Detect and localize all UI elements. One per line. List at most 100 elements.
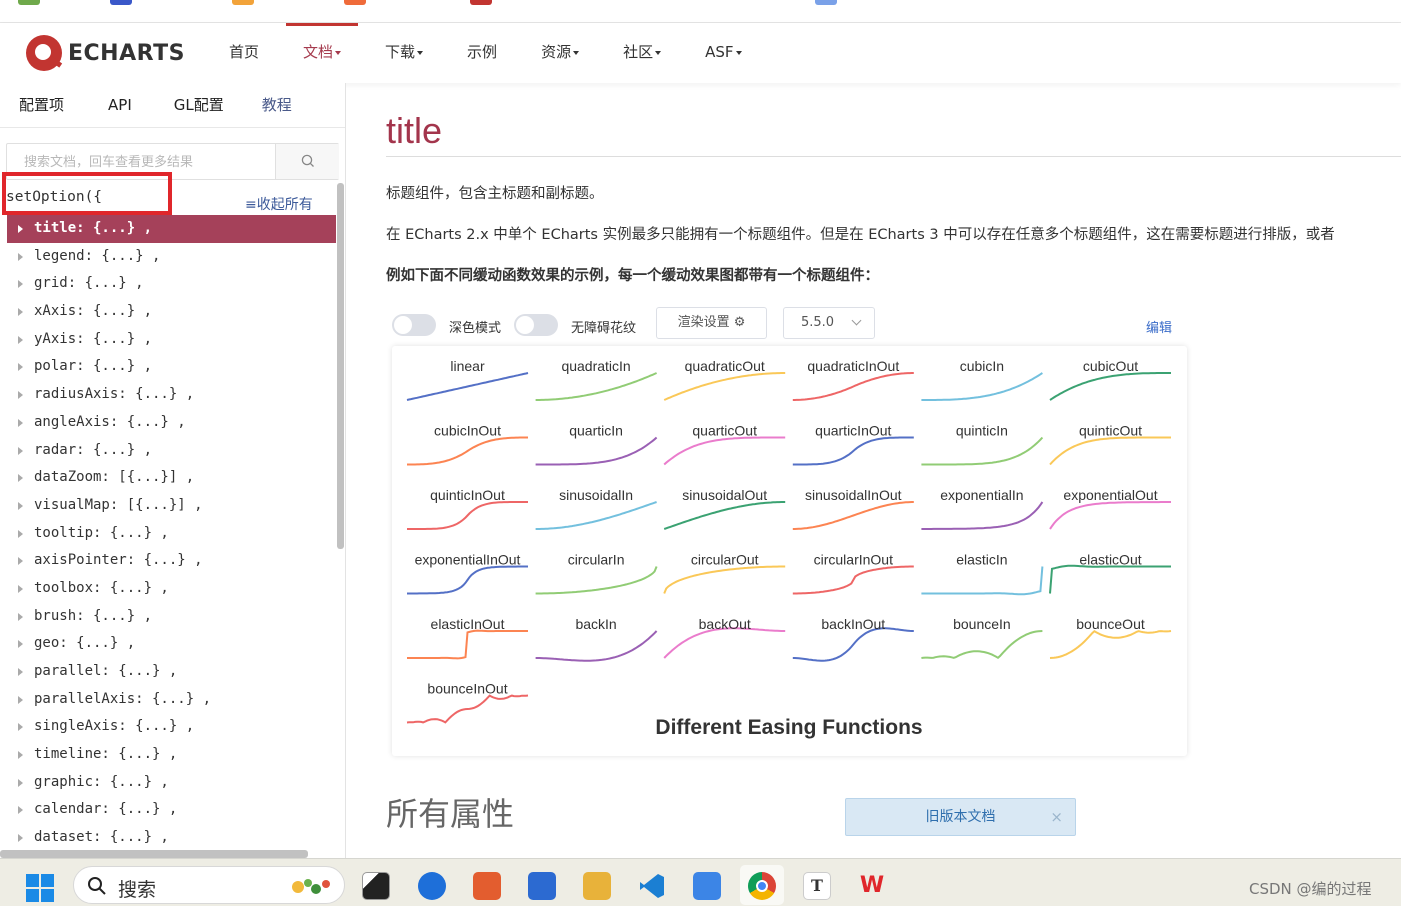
tree-item[interactable]: angleAxis: {...} , <box>7 409 336 437</box>
expand-arrow-icon[interactable] <box>18 474 23 483</box>
windows-start-icon[interactable] <box>26 874 54 902</box>
expand-arrow-icon[interactable] <box>18 584 23 593</box>
easing-series-line <box>535 630 658 662</box>
tree-item[interactable]: visualMap: [{...}] , <box>7 492 336 520</box>
nav-item[interactable]: 下载 <box>368 23 440 83</box>
tree-item[interactable]: legend: {...} , <box>7 243 336 271</box>
nav-item[interactable]: 示例 <box>450 23 514 83</box>
nav-item[interactable]: 资源 <box>524 23 596 83</box>
expand-arrow-icon[interactable] <box>18 778 23 787</box>
expand-arrow-icon[interactable] <box>18 557 23 566</box>
tree-item[interactable]: dataset: {...} , <box>7 824 336 852</box>
tree-item[interactable]: xAxis: {...} , <box>7 298 336 326</box>
expand-arrow-icon[interactable] <box>18 252 23 261</box>
echarts-logo-icon <box>26 35 62 71</box>
expand-arrow-icon[interactable] <box>18 834 23 843</box>
tree-item[interactable]: axisPointer: {...} , <box>7 547 336 575</box>
tree-item[interactable]: timeline: {...} , <box>7 741 336 769</box>
search-icon <box>301 154 314 167</box>
easing-series-line <box>1049 436 1171 466</box>
tree-item[interactable]: radar: {...} , <box>7 437 336 465</box>
nav-item[interactable]: 文档 <box>286 23 359 83</box>
browser-tab-favicon[interactable] <box>815 0 837 5</box>
expand-arrow-icon[interactable] <box>18 446 23 455</box>
tree-item[interactable]: graphic: {...} , <box>7 769 336 797</box>
tab-option[interactable]: 配置项 <box>19 83 64 128</box>
wps-icon[interactable]: W <box>858 872 886 900</box>
expand-arrow-icon[interactable] <box>18 363 23 372</box>
sidebar-horizontal-scrollbar[interactable] <box>0 850 308 858</box>
browser-tab-favicon[interactable] <box>344 0 366 5</box>
tree-item-label: angleAxis: {...} , <box>34 413 186 430</box>
easing-series-title: quinticInOut <box>430 487 505 503</box>
tree-item[interactable]: polar: {...} , <box>7 353 336 381</box>
expand-arrow-icon[interactable] <box>18 806 23 815</box>
tree-item[interactable]: brush: {...} , <box>7 603 336 631</box>
close-icon[interactable]: × <box>1050 799 1063 835</box>
expand-arrow-icon[interactable] <box>18 723 23 732</box>
app-bird-icon[interactable] <box>693 872 721 900</box>
chrome-icon[interactable] <box>748 872 776 900</box>
expand-arrow-icon[interactable] <box>18 280 23 289</box>
typora-icon[interactable]: T <box>803 872 831 900</box>
tree-item[interactable]: toolbox: {...} , <box>7 575 336 603</box>
expand-arrow-icon[interactable] <box>18 751 23 760</box>
expand-arrow-icon[interactable] <box>18 225 23 233</box>
tree-item[interactable]: title: {...} , <box>7 215 336 243</box>
dark-mode-toggle[interactable] <box>392 314 436 336</box>
expand-arrow-icon[interactable] <box>18 308 23 317</box>
expand-arrow-icon[interactable] <box>18 612 23 621</box>
collapse-all-button[interactable]: ≡收起所有 <box>245 194 313 214</box>
nav-item[interactable]: 首页 <box>212 23 276 83</box>
file-explorer-icon[interactable] <box>583 872 611 900</box>
tree-item[interactable]: calendar: {...} , <box>7 796 336 824</box>
expand-arrow-icon[interactable] <box>18 640 23 649</box>
tree-item[interactable]: radiusAxis: {...} , <box>7 381 336 409</box>
tree-item[interactable]: singleAxis: {...} , <box>7 713 336 741</box>
sidebar-tabs: 配置项 API GL配置 教程 <box>0 83 345 128</box>
browser-tab-favicon[interactable] <box>18 0 40 5</box>
old-docs-banner[interactable]: 旧版本文档 × <box>845 798 1076 836</box>
version-select[interactable]: 5.5.0 <box>783 307 875 339</box>
a11y-pattern-toggle[interactable] <box>514 314 558 336</box>
tab-tutorial[interactable]: 教程 <box>262 83 292 128</box>
edit-example-link[interactable]: 编辑 <box>1146 317 1172 336</box>
expand-arrow-icon[interactable] <box>18 695 23 704</box>
expand-arrow-icon[interactable] <box>18 668 23 676</box>
nav-item[interactable]: ASF <box>688 23 758 83</box>
tab-api[interactable]: API <box>108 83 132 128</box>
browser-tab-favicon[interactable] <box>232 0 254 5</box>
expand-arrow-icon[interactable] <box>18 391 23 400</box>
app-slides-icon[interactable] <box>473 872 501 900</box>
app-arrow-icon[interactable] <box>418 872 446 900</box>
sidebar-vertical-scrollbar[interactable] <box>337 183 344 549</box>
expand-arrow-icon[interactable] <box>18 501 23 510</box>
browser-tab-favicon[interactable] <box>470 0 492 5</box>
easing-series-line <box>663 372 786 401</box>
store-icon[interactable] <box>528 872 556 900</box>
expand-arrow-icon[interactable] <box>18 418 23 427</box>
tree-item[interactable]: parallel: {...} , <box>7 658 336 686</box>
search-button[interactable] <box>275 144 339 179</box>
tree-item[interactable]: geo: {...} , <box>7 630 336 658</box>
tree-item[interactable]: dataZoom: [{...}] , <box>7 464 336 492</box>
tab-gl-option[interactable]: GL配置 <box>174 83 224 128</box>
browser-tab-favicon[interactable] <box>110 0 132 5</box>
expand-arrow-icon[interactable] <box>18 335 23 344</box>
task-view-icon[interactable] <box>362 872 390 900</box>
render-settings-button[interactable]: 渲染设置 ⚙ <box>656 307 767 339</box>
echarts-logo[interactable]: ECHARTS <box>26 33 185 73</box>
description-paragraph-2: 在 ECharts 2.x 中单个 ECharts 实例最多只能拥有一个标题组件… <box>386 227 1335 243</box>
nav-item[interactable]: 社区 <box>606 23 678 83</box>
tree-item-label: dataset: {...} , <box>34 829 169 846</box>
vscode-icon[interactable] <box>638 872 666 900</box>
tree-item[interactable]: parallelAxis: {...} , <box>7 686 336 714</box>
nav-item-label: 社区 <box>623 43 654 61</box>
tree-item[interactable]: yAxis: {...} , <box>7 326 336 354</box>
taskbar-search[interactable]: 搜索 <box>73 866 345 904</box>
easing-series-title: circularIn <box>568 552 625 568</box>
tree-item[interactable]: grid: {...} , <box>7 270 336 298</box>
expand-arrow-icon[interactable] <box>18 529 23 538</box>
easing-series-title: exponentialOut <box>1063 487 1157 503</box>
tree-item[interactable]: tooltip: {...} , <box>7 520 336 548</box>
